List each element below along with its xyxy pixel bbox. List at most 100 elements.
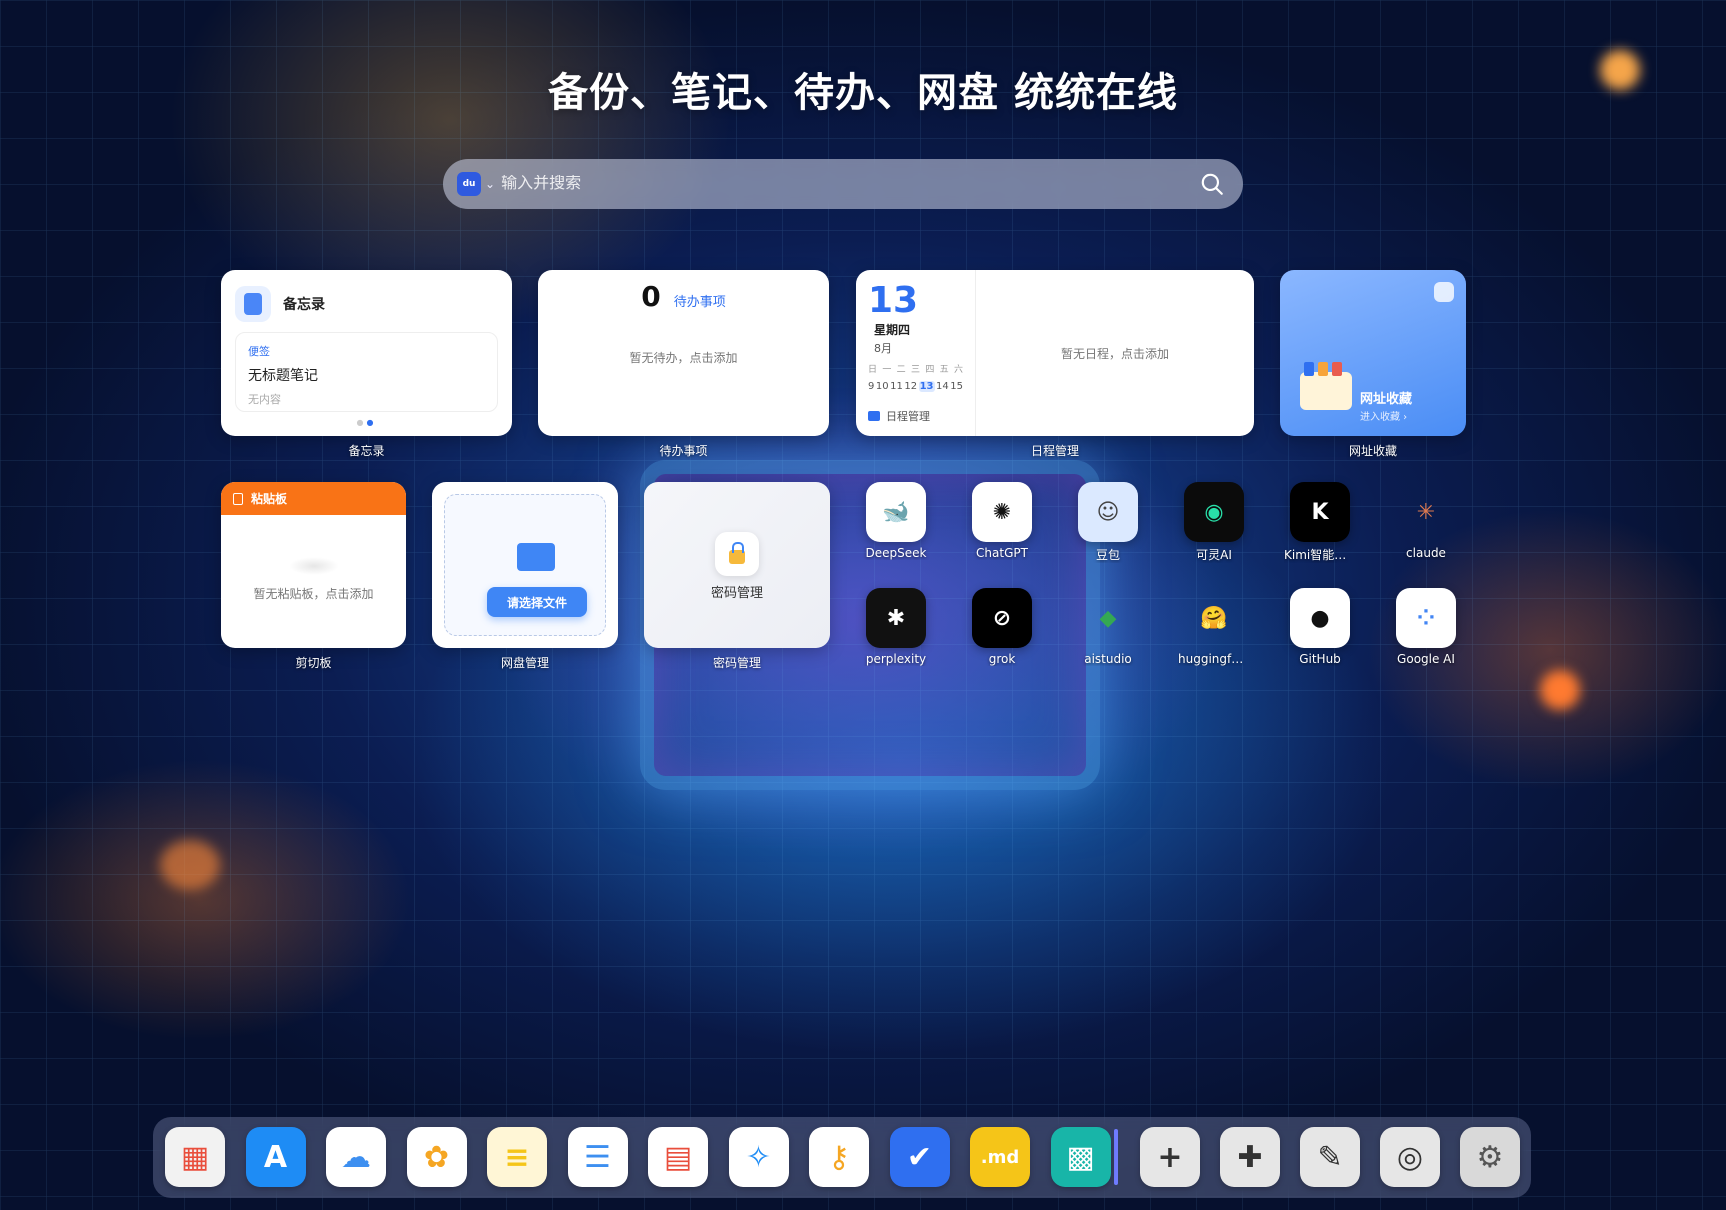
folder-icon bbox=[1300, 362, 1352, 410]
add-icon[interactable]: + bbox=[1140, 1127, 1200, 1187]
kimi-icon: K bbox=[1290, 482, 1350, 542]
calendar-date[interactable]: 15 bbox=[950, 381, 963, 392]
qrcode-icon[interactable]: ▩ bbox=[1050, 1127, 1111, 1187]
calendar-month: 8月 bbox=[874, 342, 892, 355]
app-label: 豆包 bbox=[1095, 548, 1120, 562]
app-shortcut[interactable]: 🤗 huggingfa... bbox=[1178, 588, 1250, 667]
calendar-caption: 日程管理 bbox=[1030, 444, 1079, 458]
baidu-icon[interactable]: du bbox=[457, 172, 481, 196]
app-label: Kimi智能助... bbox=[1284, 548, 1356, 562]
calendar-weekday-label: 六 bbox=[953, 365, 963, 375]
page-headline: 备份、笔记、待办、网盘 统统在线 bbox=[548, 70, 1178, 116]
todo-empty-text[interactable]: 暂无待办，点击添加 bbox=[538, 349, 829, 366]
app-label: aistudio bbox=[1084, 652, 1132, 666]
dock-separator bbox=[1114, 1129, 1118, 1185]
note-body: 无内容 bbox=[248, 393, 281, 406]
empty-illustration bbox=[288, 557, 339, 575]
app-shortcut[interactable]: ◉ 可灵AI bbox=[1178, 482, 1250, 563]
app-shortcut[interactable]: ✳ claude bbox=[1390, 482, 1462, 561]
github-icon: ● bbox=[1290, 588, 1350, 648]
home-icon bbox=[1434, 282, 1454, 302]
app-label: GitHub bbox=[1299, 652, 1341, 666]
app-shortcut[interactable]: ◆ aistudio bbox=[1072, 588, 1144, 667]
folder-icon bbox=[517, 543, 555, 571]
calendar-weekday-label: 四 bbox=[925, 365, 935, 375]
notes-icon[interactable]: ≡ bbox=[487, 1127, 547, 1187]
app-label: claude bbox=[1406, 546, 1446, 560]
brush-icon[interactable]: ✎ bbox=[1300, 1127, 1360, 1187]
calendar-widget[interactable]: 13 星期四 8月 日一二三四五六 9 10 11 12 13 14 15 日程管理 暂无日… bbox=[856, 270, 1254, 436]
markdown-icon[interactable]: .md bbox=[970, 1127, 1030, 1187]
extensions-icon[interactable]: ✚ bbox=[1220, 1127, 1280, 1187]
memo-title: 备忘录 bbox=[283, 297, 325, 313]
calendar-date[interactable]: 9 bbox=[868, 381, 874, 392]
camera-settings-icon[interactable]: ◎ bbox=[1380, 1127, 1440, 1187]
app-shortcut[interactable]: ⁘ Google AI bbox=[1390, 588, 1462, 666]
chevron-down-icon[interactable]: ⌄ bbox=[485, 177, 495, 191]
icloud-icon[interactable]: ☁ bbox=[326, 1127, 386, 1187]
pagination-dots[interactable]: ●● bbox=[221, 418, 512, 427]
calendar-weekday: 星期四 bbox=[874, 323, 911, 337]
checklist-icon[interactable]: ✔ bbox=[889, 1127, 950, 1187]
clipboard-caption: 剪切板 bbox=[295, 656, 332, 670]
reminders-icon[interactable]: ☰ bbox=[567, 1127, 628, 1187]
password-widget[interactable]: 密码管理 bbox=[644, 482, 830, 648]
app-shortcut[interactable]: 🐋 DeepSeek bbox=[860, 482, 932, 560]
memo-caption: 备忘录 bbox=[348, 444, 385, 458]
app-shortcut[interactable]: K Kimi智能助... bbox=[1284, 482, 1356, 563]
clipboard-widget[interactable]: 粘贴板 暂无粘贴板，点击添加 bbox=[221, 482, 406, 648]
clipboard-empty-text[interactable]: 暂无粘贴板，点击添加 bbox=[221, 585, 406, 602]
dock: ▦ A ☁ ✿ ≡ ☰ ▤ ✧ ⚷ ✔ .md ▩ + ✚ ✎ ◎ ⚙ bbox=[153, 1117, 1531, 1198]
calendar-date[interactable]: 11 bbox=[890, 381, 903, 392]
calendar-date[interactable]: 14 bbox=[936, 381, 949, 392]
calendar-footer-label: 日程管理 bbox=[886, 410, 930, 423]
calendar-date[interactable]: 10 bbox=[876, 381, 889, 392]
bookmarks-link[interactable]: 进入收藏 › bbox=[1360, 408, 1407, 423]
app-shortcut[interactable]: ✺ ChatGPT bbox=[966, 482, 1038, 560]
calendar-weekday-label: 三 bbox=[910, 365, 920, 375]
calendar-empty-text[interactable]: 暂无日程，点击添加 bbox=[1061, 345, 1169, 362]
bookmarks-title: 网址收藏 bbox=[1360, 392, 1413, 407]
photos-icon[interactable]: ✿ bbox=[406, 1127, 467, 1187]
claude-icon: ✳ bbox=[1416, 499, 1436, 525]
upload-dropzone[interactable]: 请选择文件 bbox=[444, 494, 606, 636]
calendar-icon[interactable]: ▤ bbox=[648, 1127, 708, 1187]
grok-icon: ⊘ bbox=[972, 588, 1032, 648]
memo-widget[interactable]: 备忘录 便签 无标题笔记 无内容 ●● bbox=[221, 270, 512, 436]
app-shortcut[interactable]: ● GitHub bbox=[1284, 588, 1356, 666]
calendar-weekday-label: 日 bbox=[868, 365, 878, 375]
settings-icon[interactable]: ⚙ bbox=[1460, 1127, 1520, 1187]
launchpad-icon[interactable]: ▦ bbox=[165, 1127, 225, 1187]
search-icon[interactable] bbox=[1199, 171, 1225, 197]
chatgpt-icon: ✺ bbox=[972, 482, 1032, 542]
search-input[interactable] bbox=[501, 175, 1199, 193]
disk-widget[interactable]: 请选择文件 bbox=[432, 482, 618, 648]
app-store-icon[interactable]: A bbox=[245, 1127, 306, 1187]
select-file-button[interactable]: 请选择文件 bbox=[487, 587, 587, 617]
calendar-date[interactable]: 13 bbox=[918, 381, 935, 392]
passwords-icon[interactable]: ⚷ bbox=[809, 1127, 869, 1187]
memo-note[interactable]: 便签 无标题笔记 无内容 bbox=[235, 332, 498, 412]
password-caption: 密码管理 bbox=[712, 656, 761, 670]
todo-widget[interactable]: 0 待办事项 暂无待办，点击添加 bbox=[538, 270, 829, 436]
clipboard-icon bbox=[233, 492, 243, 505]
disk-caption: 网盘管理 bbox=[500, 656, 549, 670]
todo-label: 待办事项 bbox=[673, 295, 726, 310]
bookmarks-widget[interactable]: 网址收藏 进入收藏 › bbox=[1280, 270, 1466, 436]
app-shortcut[interactable]: ✱ perplexity bbox=[860, 588, 932, 666]
calendar-date[interactable]: 12 bbox=[904, 381, 917, 392]
huggingface-icon: 🤗 bbox=[1200, 605, 1228, 631]
app-shortcut[interactable]: ⊘ grok bbox=[966, 588, 1038, 666]
calendar-day: 13 bbox=[868, 280, 919, 321]
calendar-week-days[interactable]: 9 10 11 12 13 14 15 bbox=[868, 381, 963, 392]
calendar-footer[interactable]: 日程管理 bbox=[868, 408, 930, 424]
bookmarks-caption: 网址收藏 bbox=[1348, 444, 1397, 458]
calendar-weekday-label: 五 bbox=[939, 365, 949, 375]
google-ai-icon: ⁘ bbox=[1396, 588, 1456, 648]
safari-icon[interactable]: ✧ bbox=[728, 1127, 789, 1187]
search-bar[interactable]: du ⌄ bbox=[443, 159, 1243, 209]
password-label: 密码管理 bbox=[710, 586, 763, 601]
perplexity-icon: ✱ bbox=[866, 588, 926, 648]
calendar-weekday-label: 一 bbox=[882, 365, 892, 375]
app-shortcut[interactable]: ☺ 豆包 bbox=[1072, 482, 1144, 563]
